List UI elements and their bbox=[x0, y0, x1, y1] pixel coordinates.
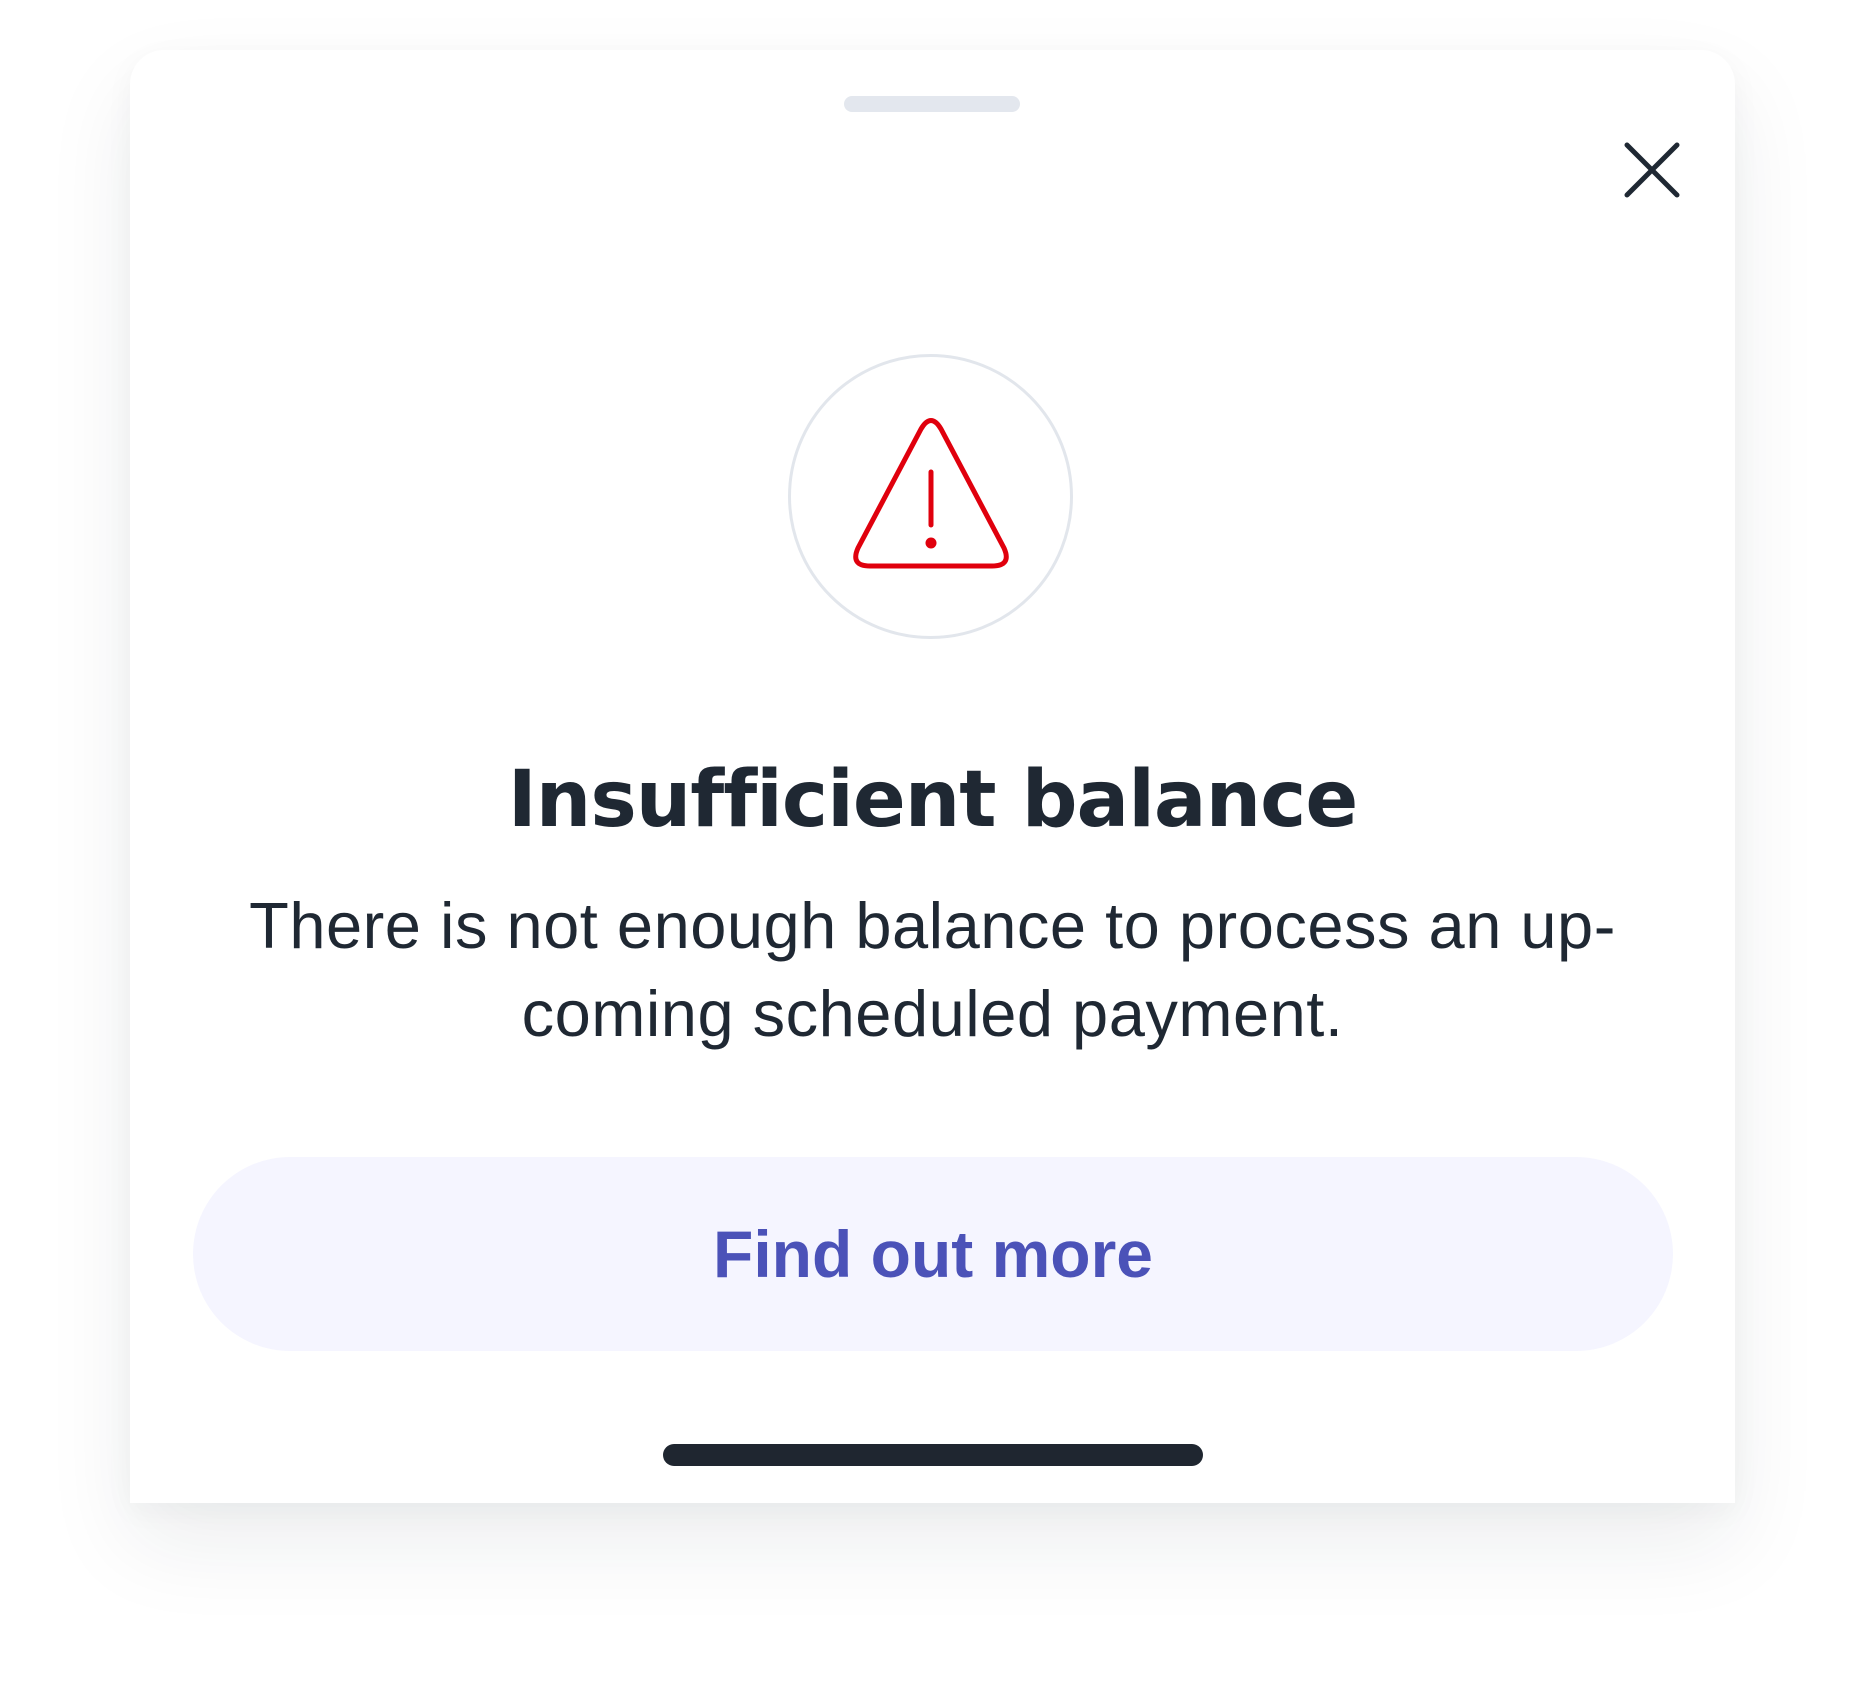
close-button[interactable] bbox=[1608, 126, 1696, 214]
warning-triangle-icon bbox=[852, 417, 1009, 568]
home-indicator bbox=[663, 1444, 1203, 1466]
find-out-more-button[interactable]: Find out more bbox=[193, 1157, 1673, 1351]
find-out-more-label: Find out more bbox=[713, 1217, 1153, 1291]
alert-message: There is not enough balance to process a… bbox=[249, 889, 1616, 1050]
warning-icon-badge bbox=[788, 354, 1073, 639]
close-icon bbox=[1624, 142, 1680, 198]
bottom-sheet: Insufficient balance There is not enough… bbox=[130, 50, 1735, 1503]
sheet-grabber[interactable] bbox=[844, 96, 1020, 112]
alert-title: Insufficient balance bbox=[507, 755, 1358, 845]
